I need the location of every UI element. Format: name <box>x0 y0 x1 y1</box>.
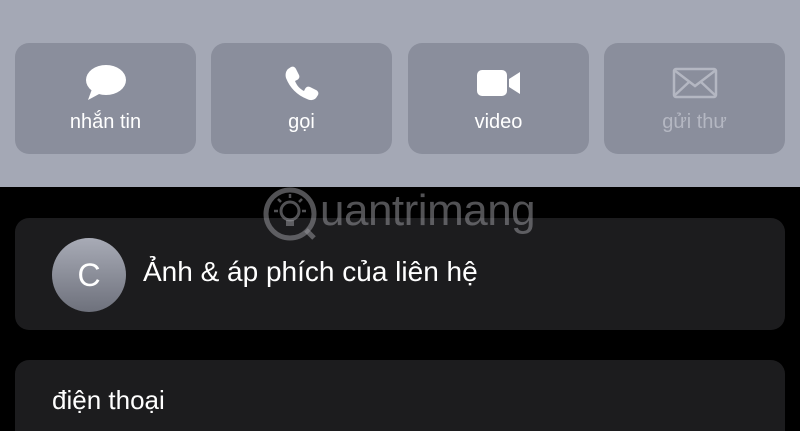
video-button[interactable]: video <box>408 43 589 154</box>
contact-action-bar: nhắn tin gọi video gửi thư <box>0 0 800 187</box>
video-button-label: video <box>474 111 523 133</box>
mail-button-label: gửi thư <box>662 111 727 133</box>
video-camera-icon <box>408 63 589 103</box>
phone-number-row[interactable]: điện thoại <box>15 360 785 431</box>
message-bubble-icon <box>15 63 196 103</box>
contact-photo-poster-row[interactable]: C Ảnh & áp phích của liên hệ <box>15 218 785 330</box>
contact-photo-poster-label: Ảnh & áp phích của liên hệ <box>143 256 478 287</box>
avatar-initial: C <box>77 256 101 293</box>
phone-icon <box>211 63 392 103</box>
envelope-icon <box>604 63 785 103</box>
call-button-label: gọi <box>288 111 315 133</box>
mail-button[interactable]: gửi thư <box>604 43 785 154</box>
avatar: C <box>52 238 126 312</box>
contact-page: nhắn tin gọi video gửi thư C Ảnh & áp ph… <box>0 0 800 431</box>
phone-label: điện thoại <box>52 385 165 415</box>
message-button-label: nhắn tin <box>69 111 142 133</box>
call-button[interactable]: gọi <box>211 43 392 154</box>
message-button[interactable]: nhắn tin <box>15 43 196 154</box>
